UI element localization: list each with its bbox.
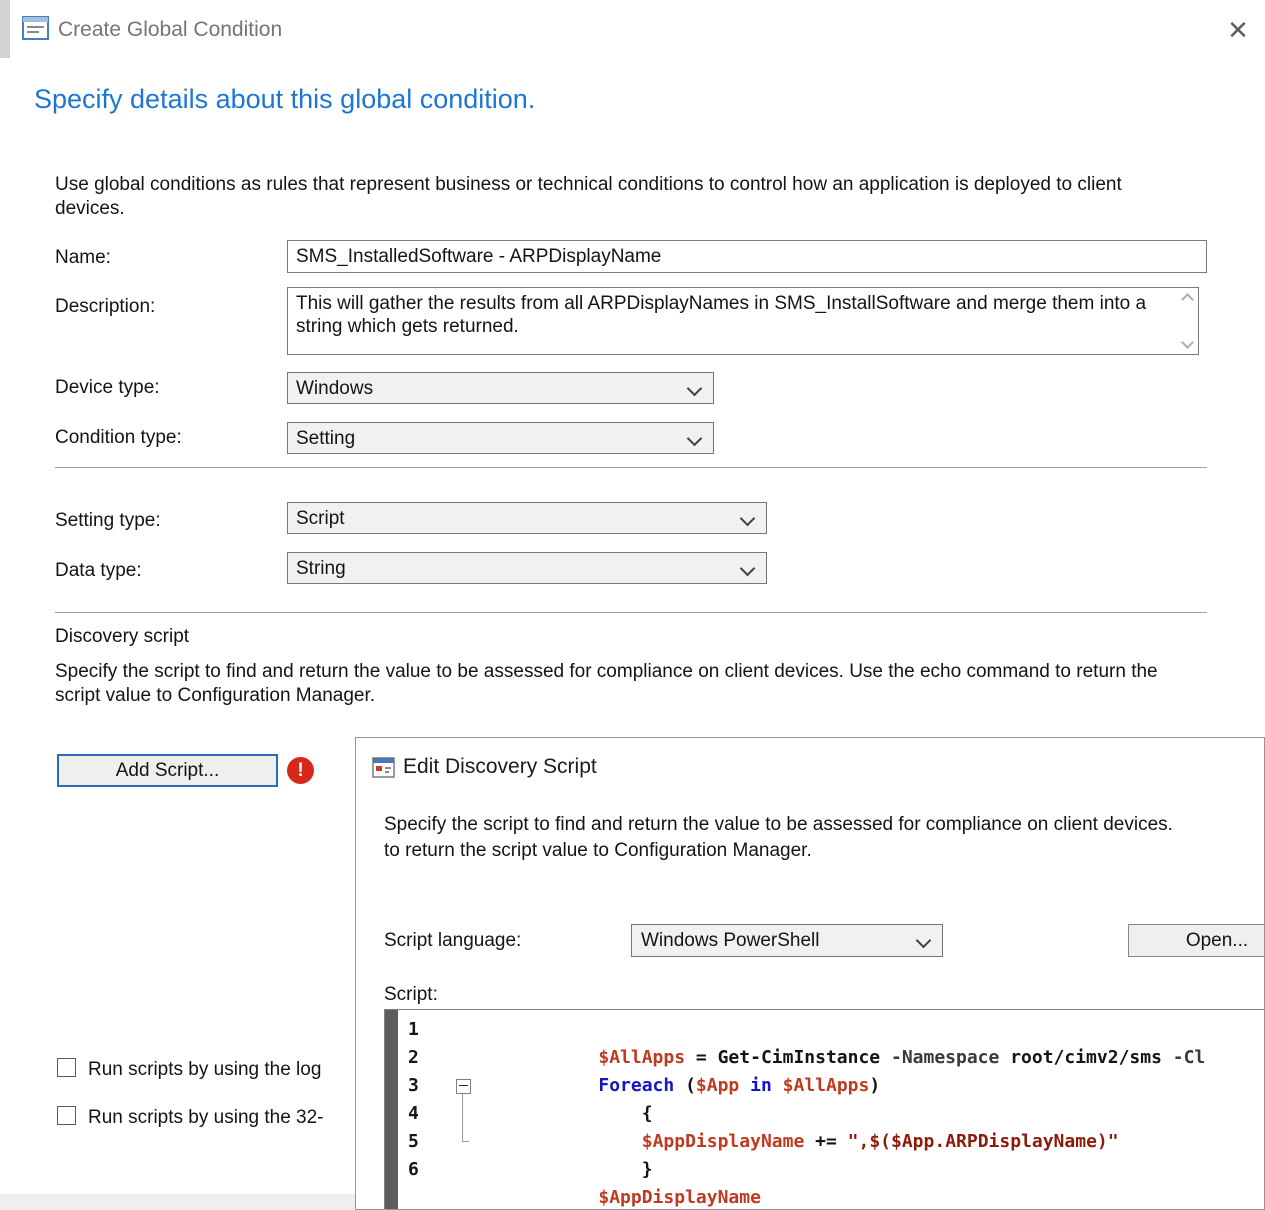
run-logged-on-user-label: Run scripts by using the log xyxy=(88,1059,321,1081)
intro-text: Use global conditions as rules that repr… xyxy=(55,173,1195,221)
page-title: Specify details about this global condit… xyxy=(34,84,535,115)
data-type-value: String xyxy=(296,558,346,580)
edit-help-line1: Specify the script to find and return th… xyxy=(384,812,1173,838)
script-language-dropdown[interactable]: Windows PowerShell xyxy=(631,924,943,957)
device-type-dropdown[interactable]: Windows xyxy=(287,372,714,404)
fold-collapse-icon[interactable] xyxy=(456,1079,471,1094)
line-number-gutter: 1 2 3 4 5 6 xyxy=(398,1016,450,1184)
code-token: ",$($App.ARPDisplayName)" xyxy=(848,1131,1119,1152)
code-token: += xyxy=(804,1131,847,1152)
setting-type-dropdown[interactable]: Script xyxy=(287,502,767,534)
close-icon: ✕ xyxy=(1227,15,1249,45)
data-type-dropdown[interactable]: String xyxy=(287,552,767,584)
chevron-down-icon xyxy=(687,431,703,447)
code-token: ( xyxy=(674,1075,696,1096)
form-icon xyxy=(372,757,395,783)
device-type-label: Device type: xyxy=(55,377,160,399)
close-button[interactable]: ✕ xyxy=(1218,12,1258,48)
create-global-condition-dialog: Create Global Condition ✕ Specify detail… xyxy=(0,0,1265,1210)
description-label: Description: xyxy=(55,296,155,318)
chevron-down-icon xyxy=(916,933,932,949)
code-token: Get-CimInstance xyxy=(718,1047,891,1068)
script-label: Script: xyxy=(384,984,438,1006)
code-token: $AppDisplayName xyxy=(642,1131,805,1152)
discovery-script-label: Discovery script xyxy=(55,626,189,648)
line-number: 2 xyxy=(398,1044,450,1072)
condition-type-value: Setting xyxy=(296,428,355,450)
separator xyxy=(55,612,1207,613)
code-area[interactable]: $AllApps = Get-CimInstance -Namespace ro… xyxy=(476,1016,1265,1184)
code-line: $AllApps = Get-CimInstance -Namespace ro… xyxy=(476,1016,1265,1044)
scroll-down-icon[interactable] xyxy=(1181,338,1193,350)
code-token: Foreach xyxy=(598,1075,674,1096)
script-language-value: Windows PowerShell xyxy=(641,930,819,952)
chevron-down-icon xyxy=(740,561,756,577)
line-number: 3 xyxy=(398,1072,450,1100)
line-number: 1 xyxy=(398,1016,450,1044)
editor-margin xyxy=(385,1010,398,1210)
code-token: $AllApps xyxy=(598,1047,685,1068)
add-script-button[interactable]: Add Script... xyxy=(57,754,278,787)
code-token xyxy=(598,1131,641,1152)
condition-type-label: Condition type: xyxy=(55,427,182,449)
name-label: Name: xyxy=(55,247,111,269)
scroll-up-icon[interactable] xyxy=(1181,292,1193,304)
separator xyxy=(55,467,1207,468)
global-condition-icon xyxy=(22,16,49,45)
code-token: $AppDisplayName xyxy=(598,1187,761,1208)
line-number: 5 xyxy=(398,1128,450,1156)
fold-line-tick xyxy=(462,1141,469,1142)
description-input[interactable]: This will gather the results from all AR… xyxy=(288,288,1176,354)
script-language-label: Script language: xyxy=(384,930,521,952)
code-token: root/cimv2/sms xyxy=(999,1047,1172,1068)
code-token: $AllApps xyxy=(783,1075,870,1096)
code-token xyxy=(772,1075,783,1096)
code-token: in xyxy=(750,1075,772,1096)
run-32bit-host-checkbox[interactable] xyxy=(57,1106,76,1125)
edit-help-line2: to return the script value to Configurat… xyxy=(384,838,812,864)
chevron-down-icon xyxy=(740,511,756,527)
code-token: $App xyxy=(696,1075,739,1096)
code-token: -Namespace xyxy=(891,1047,999,1068)
line-number: 4 xyxy=(398,1100,450,1128)
window-title: Create Global Condition xyxy=(58,18,282,42)
run-logged-on-user-checkbox[interactable] xyxy=(57,1058,76,1077)
script-editor[interactable]: 1 2 3 4 5 6 $AllApps = Get-CimInstance -… xyxy=(384,1009,1265,1210)
open-button[interactable]: Open... xyxy=(1128,924,1265,957)
setting-type-value: Script xyxy=(296,508,345,530)
error-icon: ! xyxy=(287,757,314,784)
name-input[interactable] xyxy=(287,240,1207,273)
code-token xyxy=(739,1075,750,1096)
description-field: This will gather the results from all AR… xyxy=(287,287,1199,355)
code-token: } xyxy=(598,1159,652,1180)
chevron-down-icon xyxy=(687,381,703,397)
discovery-help-text: Specify the script to find and return th… xyxy=(55,660,1195,708)
data-type-label: Data type: xyxy=(55,560,142,582)
code-token: ) xyxy=(869,1075,880,1096)
window-edge xyxy=(0,0,10,58)
code-token: -Cl xyxy=(1173,1047,1206,1068)
device-type-value: Windows xyxy=(296,378,373,400)
edit-dialog-title: Edit Discovery Script xyxy=(403,755,597,779)
edit-discovery-script-dialog: Edit Discovery Script Specify the script… xyxy=(355,737,1265,1210)
setting-type-label: Setting type: xyxy=(55,510,161,532)
condition-type-dropdown[interactable]: Setting xyxy=(287,422,714,454)
run-32bit-host-label: Run scripts by using the 32- xyxy=(88,1107,324,1129)
code-token: { xyxy=(598,1103,652,1124)
line-number: 6 xyxy=(398,1156,450,1184)
fold-line xyxy=(462,1094,463,1141)
code-token: = xyxy=(685,1047,718,1068)
